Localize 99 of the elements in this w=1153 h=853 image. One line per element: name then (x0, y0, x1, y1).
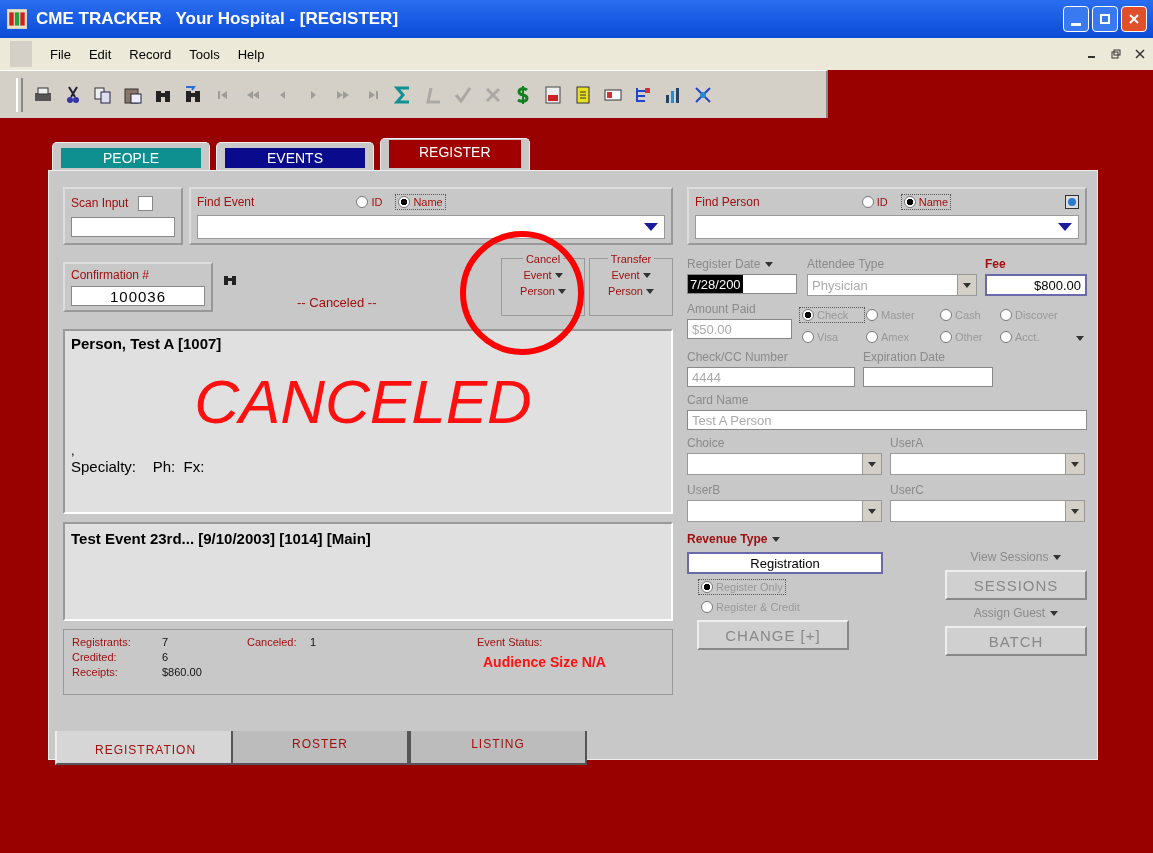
caret-icon[interactable] (772, 536, 781, 542)
menu-item[interactable]: Edit (88, 46, 112, 62)
tab[interactable]: REGISTER (389, 140, 521, 168)
copy-icon[interactable] (93, 84, 113, 105)
tab[interactable]: PEOPLE (61, 148, 201, 168)
field-label: Find Person (695, 195, 760, 209)
radio-option[interactable]: ID (859, 195, 890, 209)
menu-item[interactable]: Tools (189, 46, 220, 62)
tab[interactable]: LISTING (409, 731, 587, 765)
minimize-button[interactable] (1063, 6, 1089, 32)
stat-label: Event Status: (477, 636, 544, 648)
stat-value: 1 (310, 636, 317, 648)
field-label: Attendee Type (807, 257, 886, 271)
caret-icon (642, 272, 651, 278)
window-title: CME TRACKER Your Hospital - [REGISTER] (36, 9, 399, 29)
find-icon[interactable] (183, 84, 203, 105)
menu-item[interactable]: Record (129, 46, 172, 62)
scan-input-field[interactable] (71, 217, 175, 237)
address-text: , (71, 443, 76, 458)
caret-icon[interactable] (1071, 461, 1079, 467)
close-icon[interactable] (1135, 49, 1145, 59)
close-button[interactable] (1121, 6, 1147, 32)
dropdown-menu-button[interactable]: Person (608, 285, 654, 297)
dropdown-field[interactable] (687, 453, 882, 475)
dropdown-field[interactable] (890, 453, 1085, 475)
field-label: Choice (687, 436, 726, 450)
contact-text: Specialty: Ph: Fx: (71, 458, 206, 475)
field-label: UserC (890, 483, 925, 497)
event-status-value: Audience Size N/A (483, 654, 607, 670)
caret-icon[interactable] (1053, 554, 1062, 560)
fee-field[interactable]: $800.00 (985, 274, 1087, 296)
menu-item[interactable]: Help (237, 46, 265, 62)
field-label: Register Date (687, 257, 799, 271)
menu-grip[interactable] (10, 41, 32, 67)
caret-icon[interactable] (868, 508, 876, 514)
field-label: UserA (890, 436, 925, 450)
confirmation-field[interactable]: 100036 (71, 286, 205, 306)
maximize-button[interactable] (1092, 6, 1118, 32)
stat-label: Credited: (72, 651, 118, 663)
dropdown-menu-button[interactable]: Event (611, 269, 651, 281)
stat-label: Receipts: (72, 666, 119, 678)
radio-option[interactable]: Name (901, 195, 951, 209)
binoculars-icon[interactable] (223, 273, 237, 285)
field-label: Check/CC Number (687, 350, 789, 364)
canceled-label: CANCELED (194, 366, 532, 437)
field-label: Assign Guest (973, 606, 1059, 620)
toolbar-grip[interactable] (16, 77, 23, 112)
stat-label: Registrants: (72, 636, 132, 648)
maximize-icon (1099, 13, 1111, 25)
person-lookup-icon[interactable] (1065, 195, 1079, 209)
caret-icon (554, 272, 563, 278)
stat-label: Canceled: (247, 636, 298, 648)
dropdown-arrow-icon[interactable] (644, 223, 658, 231)
checkbox[interactable] (138, 195, 154, 211)
dropdown-field[interactable] (890, 500, 1085, 522)
caret-icon[interactable] (765, 261, 774, 267)
person-name: Person, Test A [1007] (71, 335, 223, 352)
caret-icon (557, 288, 566, 294)
restore-icon[interactable] (1111, 49, 1121, 59)
field-label: Find Event (197, 195, 255, 209)
caret-icon[interactable] (1071, 508, 1079, 514)
radio-option[interactable]: ID (354, 195, 385, 209)
revenue-type-field[interactable]: Registration (687, 552, 883, 574)
close-icon (1128, 13, 1140, 25)
dropdown-arrow-icon[interactable] (1058, 223, 1072, 231)
field-label: View Sessions (970, 550, 1062, 564)
event-combo-box[interactable] (197, 215, 665, 239)
tab[interactable]: EVENTS (225, 148, 365, 168)
field-label: Expiration Date (863, 350, 947, 364)
field-label: Amount Paid (687, 302, 757, 316)
caret-icon[interactable] (868, 461, 876, 467)
caret-icon[interactable] (1076, 336, 1084, 341)
tab[interactable]: ROSTER (231, 731, 409, 765)
field-label: UserB (687, 483, 722, 497)
document-icon[interactable] (573, 84, 593, 105)
caret-icon[interactable] (1050, 610, 1059, 616)
tab[interactable]: REGISTRATION (55, 731, 231, 765)
field-label: Scan Input (71, 196, 129, 210)
field-label: Revenue Type (687, 532, 883, 546)
status-text: -- Canceled -- (297, 294, 377, 310)
dropdown-menu-button[interactable]: Person (520, 285, 566, 297)
field-label: Fee (985, 257, 1007, 271)
app-icon (6, 8, 28, 30)
menu-item[interactable]: File (50, 46, 71, 62)
stat-value: 7 (162, 636, 169, 648)
dropdown-field[interactable] (687, 500, 882, 522)
group-title: Cancel (522, 253, 564, 265)
stat-value: 6 (162, 651, 169, 663)
field-label: Confirmation # (71, 268, 151, 282)
minimize-icon (1071, 22, 1081, 26)
radio-option[interactable]: Name (396, 195, 445, 209)
calendar-icon[interactable] (543, 84, 563, 105)
dropdown-menu-button[interactable]: Event (523, 269, 563, 281)
group-title: Transfer (607, 253, 655, 265)
field-label: Card Name (687, 393, 750, 407)
caret-icon (645, 288, 654, 294)
stat-value: $860.00 (162, 666, 202, 678)
event-name: Test Event 23rd... [9/10/2003] [1014] [Main] (71, 530, 371, 547)
expiration-date-field[interactable] (863, 367, 993, 387)
